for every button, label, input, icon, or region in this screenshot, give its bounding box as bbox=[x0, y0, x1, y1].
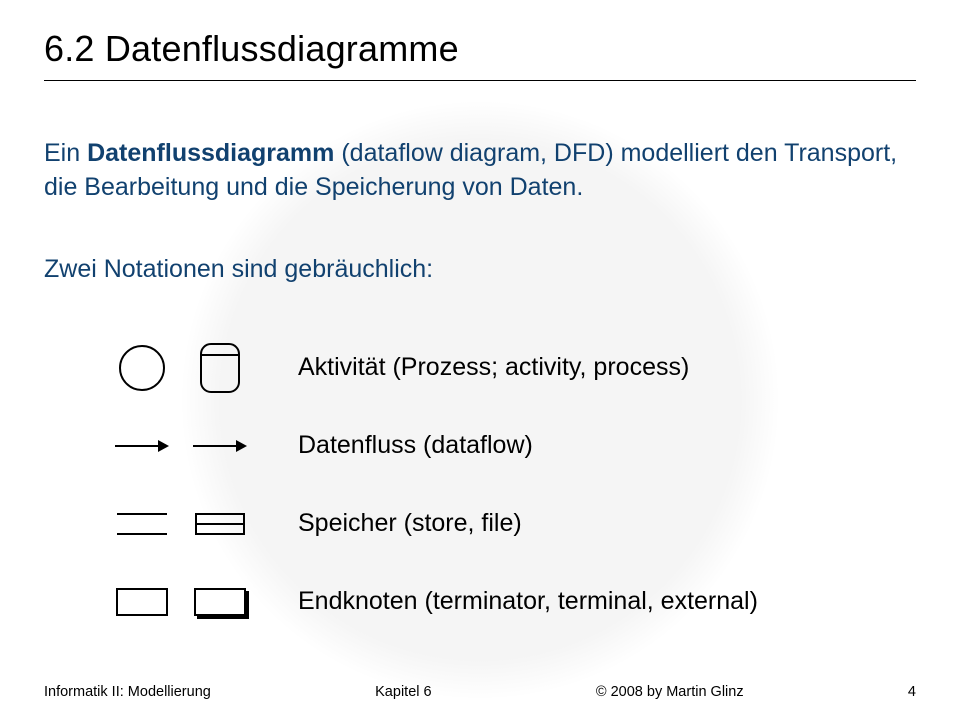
activity-roundrect-icon bbox=[200, 343, 240, 393]
intro-term: Datenflussdiagramm bbox=[87, 139, 334, 167]
page-title: 6.2 Datenflussdiagramme bbox=[44, 28, 916, 70]
dataflow-arrow-icon bbox=[115, 436, 169, 456]
store-open-icon bbox=[117, 513, 167, 535]
notation-labels: Aktivität (Prozess; activity, process) D… bbox=[278, 340, 758, 630]
footer-center: Kapitel 6 bbox=[375, 684, 431, 700]
footer-left: Informatik II: Modellierung bbox=[44, 684, 211, 700]
symbol-grid bbox=[114, 340, 248, 630]
terminator-rect-icon bbox=[116, 588, 168, 616]
label-dataflow: Datenfluss (dataflow) bbox=[298, 429, 758, 463]
store-closed-icon bbox=[195, 513, 245, 535]
intro-paragraph: Ein Datenflussdiagramm (dataflow diagram… bbox=[44, 137, 916, 205]
slide: 6.2 Datenflussdiagramme Ein Datenflussdi… bbox=[0, 0, 960, 720]
body-text: Ein Datenflussdiagramm (dataflow diagram… bbox=[44, 137, 916, 630]
notations-intro: Zwei Notationen sind gebräuchlich: bbox=[44, 253, 916, 287]
notation-area: Aktivität (Prozess; activity, process) D… bbox=[114, 340, 916, 630]
label-terminator: Endknoten (terminator, terminal, externa… bbox=[298, 585, 758, 619]
title-divider bbox=[44, 80, 916, 81]
label-store: Speicher (store, file) bbox=[298, 507, 758, 541]
activity-circle-icon bbox=[119, 345, 165, 391]
footer-right: © 2008 by Martin Glinz bbox=[596, 684, 744, 700]
terminator-rect-shadow-icon bbox=[194, 588, 246, 616]
dataflow-arrow-icon bbox=[193, 436, 247, 456]
footer: Informatik II: Modellierung Kapitel 6 © … bbox=[44, 684, 916, 700]
footer-page: 4 bbox=[908, 684, 916, 700]
label-activity: Aktivität (Prozess; activity, process) bbox=[298, 351, 758, 385]
intro-prefix: Ein bbox=[44, 139, 87, 167]
